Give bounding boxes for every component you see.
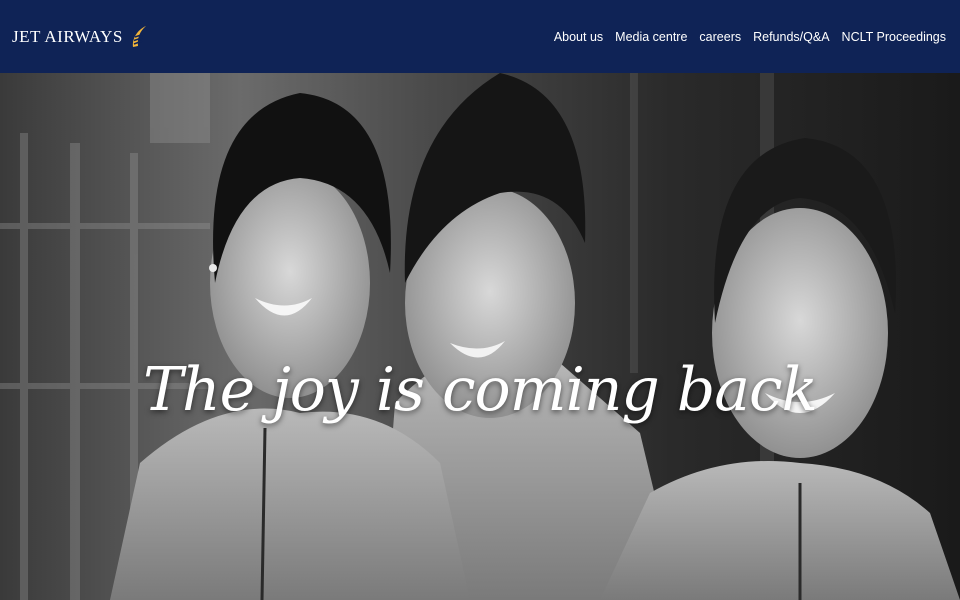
hero-photo	[0, 73, 960, 600]
brand-logo[interactable]: JET AIRWAYS	[12, 25, 147, 49]
nav-careers[interactable]: careers	[699, 30, 741, 44]
hero-banner: The joy is coming back	[0, 73, 960, 600]
main-nav: About us Media centre careers Refunds/Q&…	[554, 30, 946, 44]
brand-name: JET AIRWAYS	[12, 26, 123, 46]
nav-refunds-qa[interactable]: Refunds/Q&A	[753, 30, 829, 44]
jet-airways-sunrise-icon	[132, 25, 146, 47]
nav-media-centre[interactable]: Media centre	[615, 30, 687, 44]
nav-nclt-proceedings[interactable]: NCLT Proceedings	[842, 30, 946, 44]
site-header: JET AIRWAYS About us Media centre career…	[0, 0, 960, 73]
hero-tagline: The joy is coming back	[142, 355, 818, 425]
nav-about-us[interactable]: About us	[554, 30, 603, 44]
